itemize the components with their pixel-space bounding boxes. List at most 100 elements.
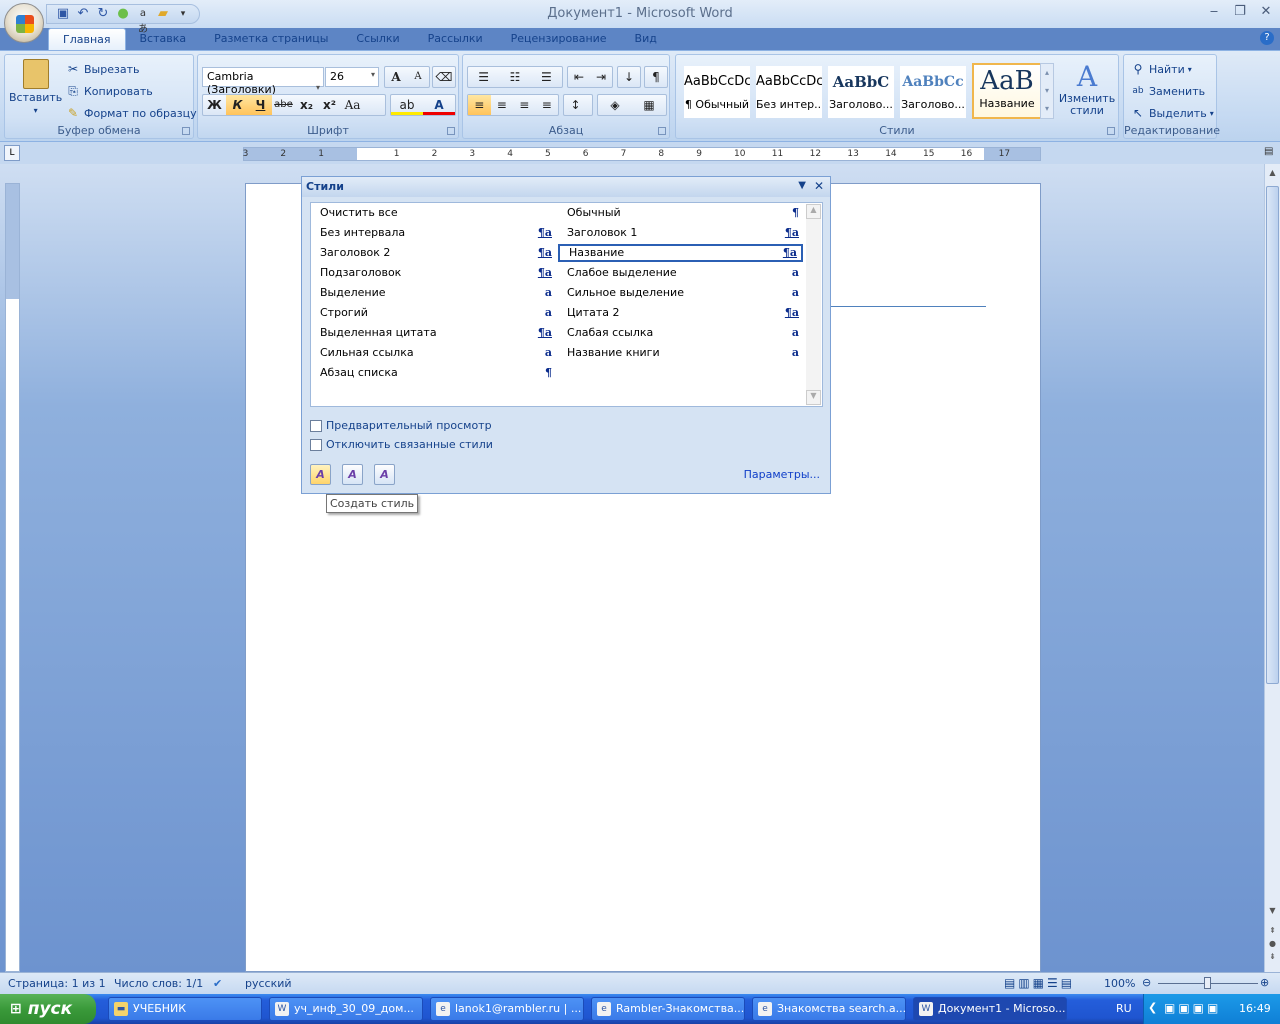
style-list-item[interactable]: Заголовок 2 ¶a (311, 244, 556, 262)
style-list-item[interactable]: Выделенная цитата ¶a (311, 324, 556, 342)
style-gallery-item[interactable]: AaBbCcDc ¶ Обычный (684, 66, 750, 118)
tab-selector[interactable]: L (4, 145, 20, 161)
find-button[interactable]: ⚲ Найти ▾ (1130, 61, 1192, 77)
style-gallery-item[interactable]: AaB Название (972, 63, 1042, 119)
align-center-icon[interactable]: ≡ (491, 95, 514, 115)
tab-2[interactable]: Разметка страницы (200, 28, 342, 50)
style-gallery-item[interactable]: AaBbCcDc Без интер... (756, 66, 822, 118)
undo-icon[interactable]: ↶ (75, 6, 91, 22)
scroll-thumb[interactable] (1266, 186, 1279, 684)
style-inspector-button[interactable]: A (342, 464, 363, 485)
open-folder-icon[interactable]: ▰ (155, 6, 171, 22)
underline-button[interactable]: Ч (249, 95, 272, 115)
vertical-scrollbar[interactable]: ▲ ▼ ⇞ ● ⇟ (1264, 164, 1280, 972)
dialog-launcher-icon[interactable] (1107, 127, 1115, 135)
taskbar-item[interactable]: e lanok1@rambler.ru | ... (430, 997, 584, 1021)
taskbar-item[interactable]: Wуч_инф_30_09_дом... (269, 997, 423, 1021)
copy-button[interactable]: ⎘ Копировать (65, 83, 153, 99)
restore-button[interactable]: ❐ (1230, 4, 1250, 19)
zoom-out-icon[interactable]: ⊖ (1142, 976, 1151, 989)
manage-styles-button[interactable]: A (374, 464, 395, 485)
style-list-item[interactable]: Заголовок 1 ¶a (558, 224, 803, 242)
format-painter-button[interactable]: ✎ Формат по образцу (65, 105, 197, 121)
language[interactable]: русский (245, 977, 292, 990)
line-spacing-button[interactable]: ↕ (563, 94, 593, 116)
style-list-item[interactable]: Без интервала ¶a (311, 224, 556, 242)
style-list-item[interactable]: Название книги a (558, 344, 803, 362)
word-count[interactable]: Число слов: 1/1 (114, 977, 203, 990)
shrink-font-button[interactable]: A (407, 67, 429, 87)
pane-menu-icon[interactable]: ▼ (798, 180, 806, 191)
language-indicator[interactable]: RU (1116, 1002, 1132, 1015)
scroll-up-icon[interactable]: ▲ (1266, 168, 1279, 182)
start-button[interactable]: ⊞ пуск (0, 994, 96, 1024)
zoom-slider-thumb[interactable] (1204, 977, 1211, 989)
gallery-scroll[interactable]: ▴ ▾ ▾ (1040, 63, 1054, 119)
tab-4[interactable]: Рассылки (414, 28, 497, 50)
style-list-item[interactable]: Название ¶a (558, 244, 803, 262)
tab-6[interactable]: Вид (621, 28, 671, 50)
style-list-item[interactable]: Слабое выделение a (558, 264, 803, 282)
numbering-icon[interactable]: ☷ (499, 67, 530, 87)
view-buttons[interactable]: ▤▥▦☰▤ (1004, 976, 1075, 990)
dialog-launcher-icon[interactable] (182, 127, 190, 135)
font-name-select[interactable]: Cambria (Заголовки) ▾ (202, 67, 324, 96)
style-list-item[interactable]: Цитата 2 ¶a (558, 304, 803, 322)
office-button[interactable] (4, 3, 44, 43)
taskbar-item[interactable]: e Rambler-Знакомства... (591, 997, 745, 1021)
disable-linked-checkbox[interactable]: Отключить связанные стили (310, 438, 493, 451)
close-button[interactable]: ✕ (1256, 4, 1276, 19)
tab-1[interactable]: Вставка (126, 28, 201, 50)
change-case-button[interactable]: Aa (341, 95, 364, 115)
highlight-color-button[interactable]: ab (391, 95, 423, 115)
style-list-item[interactable]: Строгий a (311, 304, 556, 322)
font-color-button[interactable]: A (423, 95, 455, 115)
bullets-icon[interactable]: ☰ (468, 67, 499, 87)
justify-icon[interactable]: ≡ (536, 95, 559, 115)
new-style-button[interactable]: A (310, 464, 331, 485)
multilevel-list-icon[interactable]: ☰ (531, 67, 562, 87)
bold-button[interactable]: Ж (203, 95, 226, 115)
subscript-button[interactable]: x₂ (295, 95, 318, 115)
style-list-item[interactable]: Абзац списка ¶ (311, 364, 556, 382)
change-styles-button[interactable]: A Изменить стили (1058, 61, 1116, 117)
decrease-indent-icon[interactable]: ⇤ (568, 67, 590, 87)
borders-icon[interactable]: ▦ (632, 95, 666, 115)
taskbar-item[interactable]: ▬ УЧЕБНИК (108, 997, 262, 1021)
minimize-button[interactable]: ‒ (1204, 4, 1224, 19)
style-list-item[interactable]: Слабая ссылка a (558, 324, 803, 342)
style-list-item[interactable]: Очистить все (311, 204, 556, 222)
view-ruler-icon[interactable]: ▤ (1264, 146, 1278, 160)
tab-5[interactable]: Рецензирование (497, 28, 621, 50)
styles-list-scrollbar[interactable]: ▲ ▼ (806, 204, 821, 405)
dialog-launcher-icon[interactable] (658, 127, 666, 135)
italic-button[interactable]: К (226, 95, 249, 115)
tab-0[interactable]: Главная (48, 28, 126, 50)
zoom-level[interactable]: 100% (1104, 977, 1135, 990)
vertical-ruler[interactable] (5, 183, 20, 972)
proofing-icon[interactable]: ✔ (213, 977, 222, 990)
style-list-item[interactable]: Подзаголовок ¶a (311, 264, 556, 282)
scroll-down-icon[interactable]: ▼ (1266, 906, 1279, 915)
align-right-icon[interactable]: ≡ (513, 95, 536, 115)
style-gallery-item[interactable]: AaBbCc Заголово... (900, 66, 966, 118)
style-list-item[interactable]: Сильное выделение a (558, 284, 803, 302)
cut-button[interactable]: ✂ Вырезать (65, 61, 140, 77)
grow-font-button[interactable]: A (385, 67, 407, 87)
clear-format-button[interactable]: ⌫ (432, 66, 456, 88)
circle-icon[interactable]: ● (115, 6, 131, 22)
help-icon[interactable]: ? (1260, 31, 1274, 45)
select-button[interactable]: ↖ Выделить ▾ (1130, 105, 1214, 121)
increase-indent-icon[interactable]: ⇥ (590, 67, 612, 87)
taskbar-item[interactable]: W Документ1 - Microso... (913, 997, 1067, 1021)
taskbar-item[interactable]: e Знакомства search.a... (752, 997, 906, 1021)
options-link[interactable]: Параметры... (744, 468, 820, 481)
browse-object-icon[interactable]: ⇞ ● ⇟ (1266, 924, 1279, 963)
horizontal-ruler[interactable]: 3 2 1 1 2 3 4 5 6 7 8 9 10 11 12 13 14 15 16 17 (243, 147, 1041, 161)
dialog-launcher-icon[interactable] (447, 127, 455, 135)
zoom-slider[interactable] (1158, 977, 1258, 989)
zoom-in-icon[interactable]: ⊕ (1260, 976, 1269, 989)
style-list-item[interactable]: Обычный ¶ (558, 204, 803, 222)
customize-qat-icon[interactable]: ▾ (175, 6, 191, 22)
superscript-button[interactable]: x² (318, 95, 341, 115)
